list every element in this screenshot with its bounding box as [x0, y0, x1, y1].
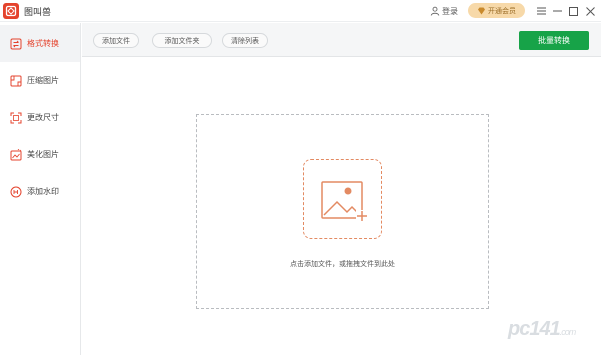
compress-image-icon — [10, 75, 22, 86]
watermark-suffix: .com — [559, 327, 576, 337]
site-watermark: pc141.com — [508, 318, 576, 341]
close-button[interactable] — [583, 4, 597, 18]
watermark-text: pc141 — [508, 318, 561, 340]
file-drop-zone[interactable]: 点击添加文件，或拖拽文件到此处 — [196, 114, 489, 309]
sidebar-item-watermark[interactable]: 添加水印 — [0, 173, 80, 210]
login-button[interactable]: 登录 — [430, 4, 458, 18]
close-icon — [585, 6, 595, 16]
vip-button[interactable]: 开通会员 — [468, 3, 525, 18]
sidebar-item-label: 添加水印 — [27, 187, 59, 196]
sidebar-item-label: 压缩图片 — [27, 76, 59, 85]
add-image-button[interactable] — [303, 159, 382, 239]
sidebar-item-beautify[interactable]: 美化图片 — [0, 136, 80, 173]
app-title: 图叫兽 — [24, 7, 52, 17]
menu-button[interactable] — [534, 4, 548, 18]
sidebar-item-label: 美化图片 — [27, 150, 59, 159]
menu-icon — [536, 7, 546, 15]
sidebar: 格式转换 压缩图片 更改尺寸 美化图片 添加水印 — [0, 23, 81, 355]
drop-hint-text: 点击添加文件，或拖拽文件到此处 — [290, 261, 395, 268]
add-file-button[interactable]: 添加文件 — [93, 33, 139, 48]
watermark-icon — [10, 186, 22, 197]
sidebar-item-label: 格式转换 — [27, 39, 59, 48]
beautify-icon — [10, 148, 22, 160]
app-logo-icon — [5, 5, 17, 17]
add-image-icon — [321, 181, 368, 222]
format-convert-icon — [10, 38, 22, 49]
vip-label: 开通会员 — [488, 7, 516, 15]
batch-convert-button[interactable]: 批量转换 — [519, 31, 589, 50]
app-logo — [3, 3, 19, 19]
title-bar: 图叫兽 登录 开通会员 — [0, 0, 601, 22]
add-folder-button[interactable]: 添加文件夹 — [152, 33, 212, 48]
sidebar-item-format-convert[interactable]: 格式转换 — [0, 25, 80, 62]
user-icon — [430, 6, 440, 16]
sidebar-item-compress[interactable]: 压缩图片 — [0, 62, 80, 99]
resize-icon — [10, 112, 22, 123]
minimize-button[interactable] — [550, 4, 564, 18]
maximize-button[interactable] — [566, 4, 580, 18]
maximize-icon — [568, 6, 578, 16]
sidebar-item-label: 更改尺寸 — [27, 113, 59, 122]
login-label: 登录 — [442, 6, 458, 16]
clear-list-button[interactable]: 清除列表 — [222, 33, 268, 48]
sidebar-item-resize[interactable]: 更改尺寸 — [0, 99, 80, 136]
minimize-icon — [552, 10, 562, 12]
toolbar: 添加文件 添加文件夹 清除列表 批量转换 — [82, 23, 601, 57]
diamond-icon — [478, 7, 485, 14]
